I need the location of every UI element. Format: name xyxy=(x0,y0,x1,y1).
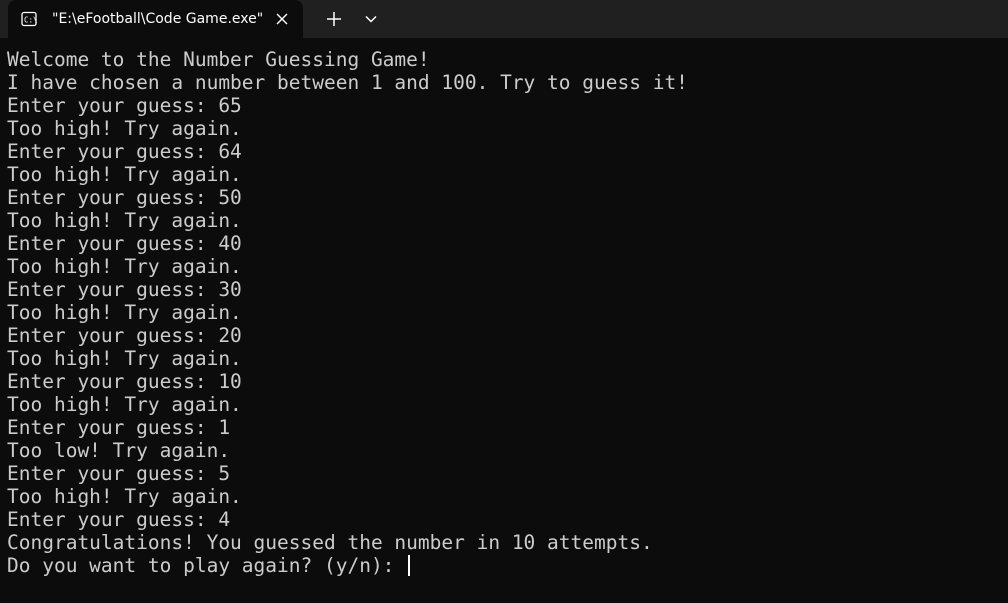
terminal-window: C:\ "E:\eFootball\Code Game.exe" Welcome… xyxy=(0,0,1008,603)
terminal-line: Congratulations! You guessed the number … xyxy=(7,531,653,554)
tab-code-game[interactable]: C:\ "E:\eFootball\Code Game.exe" xyxy=(8,0,303,38)
terminal-line: Enter your guess: 1 xyxy=(7,416,231,439)
terminal-line: Too high! Try again. xyxy=(7,163,242,186)
terminal-line: Too high! Try again. xyxy=(7,255,242,278)
terminal-line: I have chosen a number between 1 and 100… xyxy=(7,71,688,94)
plus-icon[interactable] xyxy=(322,7,346,31)
terminal-line: Welcome to the Number Guessing Game! xyxy=(7,48,430,71)
input-prompt-line[interactable]: Do you want to play again? (y/n): xyxy=(7,554,688,577)
terminal-line: Enter your guess: 65 xyxy=(7,94,242,117)
terminal-line: Too high! Try again. xyxy=(7,209,242,232)
terminal-line: Enter your guess: 10 xyxy=(7,370,242,393)
tab-title: "E:\eFootball\Code Game.exe" xyxy=(52,11,264,27)
terminal-line: Too high! Try again. xyxy=(7,117,242,140)
terminal-output[interactable]: Welcome to the Number Guessing Game! I ha… xyxy=(0,38,1008,603)
terminal-line: Enter your guess: 20 xyxy=(7,324,242,347)
terminal-line: Enter your guess: 64 xyxy=(7,140,242,163)
terminal-line: Enter your guess: 50 xyxy=(7,186,242,209)
console-icon: C:\ xyxy=(21,11,37,27)
terminal-line: Too low! Try again. xyxy=(7,439,231,462)
terminal-lines: Welcome to the Number Guessing Game! I ha… xyxy=(7,48,688,577)
terminal-line: Enter your guess: 5 xyxy=(7,462,231,485)
svg-text:C:\: C:\ xyxy=(24,16,37,25)
terminal-line: Too high! Try again. xyxy=(7,485,242,508)
terminal-line: Too high! Try again. xyxy=(7,393,242,416)
close-icon[interactable] xyxy=(272,9,292,29)
terminal-line: Enter your guess: 4 xyxy=(7,508,231,531)
play-again-prompt: Do you want to play again? (y/n): xyxy=(7,554,407,577)
terminal-line: Enter your guess: 30 xyxy=(7,278,242,301)
tab-bar: C:\ "E:\eFootball\Code Game.exe" xyxy=(0,0,1008,38)
terminal-line: Enter your guess: 40 xyxy=(7,232,242,255)
terminal-line: Too high! Try again. xyxy=(7,301,242,324)
chevron-down-icon[interactable] xyxy=(359,7,383,31)
terminal-line: Too high! Try again. xyxy=(7,347,242,370)
text-cursor xyxy=(408,555,411,576)
